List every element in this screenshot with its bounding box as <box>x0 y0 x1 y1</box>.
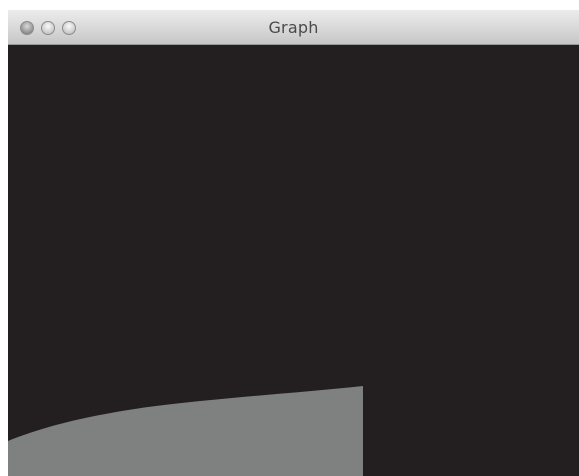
graph-window: Graph <box>8 10 579 476</box>
graph-drawing <box>8 386 363 476</box>
graph-canvas[interactable] <box>8 45 579 476</box>
title-bar[interactable]: Graph <box>8 10 579 45</box>
window-title: Graph <box>268 18 319 37</box>
filled-curve-shape <box>8 386 363 476</box>
